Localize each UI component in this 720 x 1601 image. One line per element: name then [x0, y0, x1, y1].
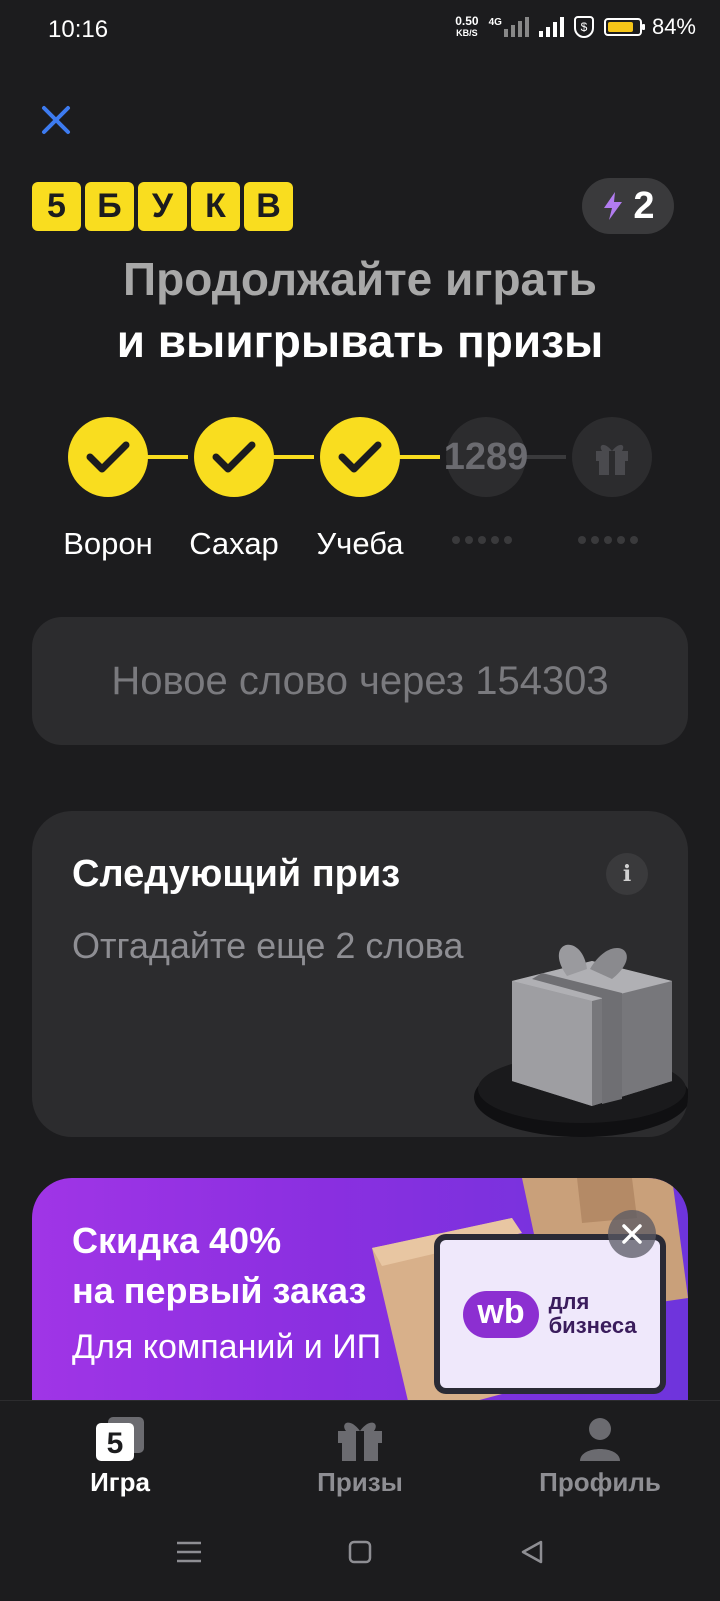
- close-icon: [622, 1224, 642, 1244]
- info-icon: i: [622, 861, 632, 887]
- progress-connector: [398, 455, 440, 459]
- progress-connector: [524, 455, 566, 459]
- gift-box-illustration: [474, 944, 688, 1137]
- progress-connector: [272, 455, 314, 459]
- signal-4g-icon: 4G: [489, 17, 529, 37]
- back-button[interactable]: [520, 1540, 544, 1569]
- progress-step-label: Ворон: [63, 526, 153, 561]
- gift-icon: [596, 444, 628, 475]
- checkmark-icon: [338, 441, 382, 473]
- progress-step-locked: 1289: [443, 417, 529, 497]
- next-prize-subtitle: Отгадайте еще 2 слова: [72, 925, 464, 966]
- promo-title: Скидка 40% на первый заказ: [72, 1216, 366, 1316]
- checkmark-icon: [212, 441, 256, 473]
- signal-strength-icon: [538, 17, 564, 37]
- nav-item-profile[interactable]: Профиль: [480, 1415, 720, 1498]
- nav-label-profile: Профиль: [539, 1467, 661, 1497]
- page-title-line2: и выигрывать призы: [116, 315, 604, 367]
- wb-brand-text-line1: для: [548, 1289, 590, 1314]
- energy-counter[interactable]: 2: [582, 178, 674, 234]
- menu-icon: [177, 1541, 201, 1563]
- promo-close-button[interactable]: [608, 1210, 656, 1258]
- wb-brand-text-line2: бизнеса: [548, 1313, 637, 1338]
- promo-title-line2: на первый заказ: [72, 1270, 367, 1311]
- progress-step-label: Учеба: [316, 526, 404, 561]
- energy-count: 2: [633, 184, 655, 227]
- next-prize-title: Следующий приз: [72, 853, 401, 895]
- logo-letter: К: [191, 182, 240, 231]
- system-navigation-bar: [0, 1530, 720, 1580]
- logo-letter: 5: [32, 182, 81, 231]
- page-title: Продолжайте играть и выигрывать призы: [0, 248, 720, 372]
- progress-step-gift: [572, 417, 652, 497]
- network-type: 4G: [488, 17, 502, 28]
- progress-step-placeholder: [452, 536, 512, 544]
- progress-step-done: [68, 417, 148, 497]
- status-time: 10:16: [48, 16, 109, 43]
- home-square-icon: [348, 1540, 372, 1564]
- gift-icon: [338, 1422, 382, 1461]
- promo-banner[interactable]: wb для бизнеса Скидка 40% на первый зака…: [32, 1178, 688, 1418]
- battery-icon: [603, 18, 645, 36]
- next-prize-card[interactable]: Следующий приз Отгадайте еще 2 слова i: [32, 811, 688, 1137]
- progress-connector: [146, 455, 188, 459]
- nav-label-prizes: Призы: [317, 1467, 403, 1497]
- checkmark-icon: [86, 441, 130, 473]
- promo-title-line1: Скидка 40%: [72, 1220, 282, 1261]
- progress-step-done: [320, 417, 400, 497]
- info-button[interactable]: i: [606, 853, 648, 895]
- progress-step-done: [194, 417, 274, 497]
- logo-letter: Б: [85, 182, 134, 231]
- next-word-timer: Новое слово через 154303: [32, 617, 688, 745]
- profile-icon: [580, 1418, 620, 1461]
- close-button[interactable]: [36, 100, 76, 140]
- battery-percent: 84%: [651, 14, 696, 39]
- network-speed-unit: KB/S: [456, 28, 478, 38]
- network-speed-value: 0.50: [455, 14, 479, 28]
- wb-business-tablet: wb для бизнеса: [434, 1234, 666, 1394]
- security-shield-icon: $: [573, 16, 594, 38]
- page-title-line1: Продолжайте играть: [123, 253, 597, 305]
- svg-text:5: 5: [107, 1427, 124, 1460]
- logo-letter: У: [138, 182, 187, 231]
- recent-apps-button[interactable]: [176, 1540, 202, 1569]
- nav-label-game: Игра: [90, 1467, 150, 1497]
- network-speed: 0.50 KB/S: [455, 15, 478, 39]
- progress-step-counter: 1289: [443, 435, 529, 478]
- close-icon: [42, 106, 70, 134]
- wb-logo: wb: [463, 1290, 539, 1338]
- logo-letter: В: [244, 182, 293, 231]
- wb-brand-text: для бизнеса: [549, 1290, 637, 1338]
- nav-item-game[interactable]: 5 Игра: [0, 1415, 240, 1498]
- back-triangle-icon: [521, 1540, 543, 1564]
- status-icons: 0.50 KB/S 4G $ 84%: [455, 14, 696, 40]
- progress-step-placeholder: [578, 536, 638, 544]
- lightning-icon: [604, 192, 623, 220]
- nav-item-prizes[interactable]: Призы: [240, 1415, 480, 1498]
- app-logo: 5 Б У К В: [32, 182, 293, 231]
- home-button[interactable]: [348, 1540, 372, 1569]
- promo-subtitle: Для компаний и ИП: [72, 1328, 382, 1366]
- game-icon: 5: [96, 1417, 144, 1461]
- next-word-timer-text: Новое слово через 154303: [111, 658, 609, 703]
- progress-step-label: Сахар: [189, 526, 279, 561]
